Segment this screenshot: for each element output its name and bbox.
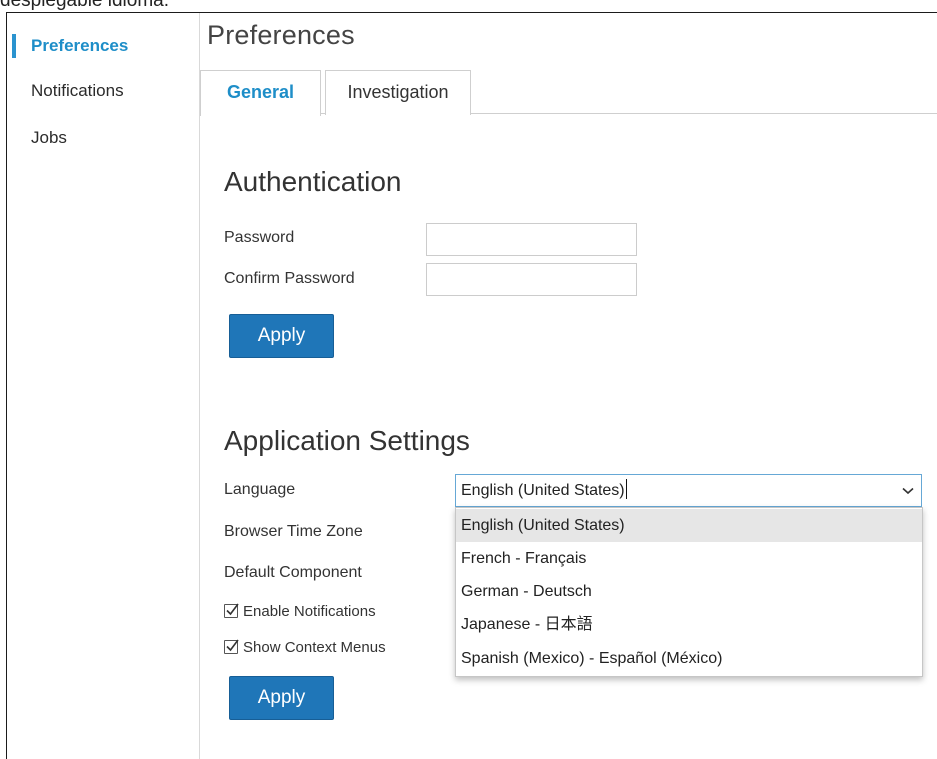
authentication-heading: Authentication: [224, 166, 402, 197]
sidebar-item-label: Jobs: [31, 128, 67, 147]
application-settings-apply-button[interactable]: Apply: [229, 676, 334, 720]
checkmark-icon[interactable]: [224, 639, 239, 654]
sidebar-item-notifications[interactable]: Notifications: [7, 74, 200, 108]
show-context-menus-checkbox[interactable]: Show Context Menus: [224, 637, 386, 657]
sidebar: Preferences Notifications Jobs: [7, 13, 200, 759]
sidebar-item-jobs[interactable]: Jobs: [7, 121, 200, 155]
chevron-down-icon: [901, 475, 915, 506]
language-select[interactable]: English (United States): [455, 474, 922, 507]
show-context-menus-label: Show Context Menus: [243, 638, 386, 656]
password-label: Password: [224, 229, 295, 246]
text-cursor: [625, 479, 627, 500]
active-indicator: [12, 34, 16, 58]
confirm-password-input[interactable]: [426, 263, 637, 296]
language-option-japanese[interactable]: Japanese - 日本語: [456, 608, 922, 641]
tab-investigation[interactable]: Investigation: [325, 70, 471, 115]
enable-notifications-checkbox[interactable]: Enable Notifications: [224, 601, 376, 621]
page-title: Preferences: [207, 20, 355, 50]
default-component-label: Default Component: [224, 564, 362, 581]
sidebar-item-preferences[interactable]: Preferences: [7, 29, 200, 63]
language-option-english[interactable]: English (United States): [456, 509, 922, 542]
browser-time-zone-label: Browser Time Zone: [224, 523, 363, 540]
language-label: Language: [224, 481, 296, 498]
language-select-value: English (United States): [461, 482, 625, 499]
tab-bar: General Investigation: [200, 70, 937, 116]
sidebar-item-label: Notifications: [31, 81, 124, 100]
sidebar-item-label: Preferences: [31, 36, 129, 55]
tab-label: General: [226, 82, 295, 102]
tab-general[interactable]: General: [200, 70, 321, 116]
caption-text: desplegable idioma.: [0, 0, 170, 11]
checkmark-icon[interactable]: [224, 603, 239, 618]
application-settings-heading: Application Settings: [224, 425, 470, 456]
confirm-password-label: Confirm Password: [224, 270, 355, 287]
language-option-french[interactable]: French - Français: [456, 542, 922, 575]
authentication-apply-button[interactable]: Apply: [229, 314, 334, 358]
tab-label: Investigation: [347, 82, 449, 102]
enable-notifications-label: Enable Notifications: [243, 602, 376, 620]
language-option-german[interactable]: German - Deutsch: [456, 575, 922, 608]
password-input[interactable]: [426, 223, 637, 256]
language-dropdown-list: English (United States) French - Françai…: [455, 507, 923, 677]
language-option-spanish-mexico[interactable]: Spanish (Mexico) - Español (México): [456, 642, 922, 675]
